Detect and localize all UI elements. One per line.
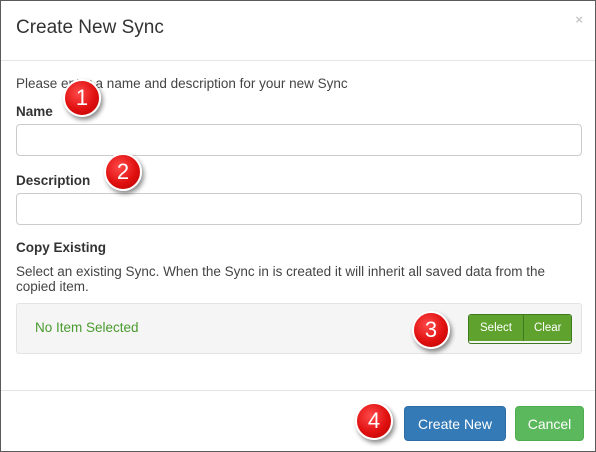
select-button[interactable]: Select bbox=[469, 315, 524, 341]
copy-selection-panel: No Item Selected Select Clear bbox=[16, 303, 582, 354]
cancel-button[interactable]: Cancel bbox=[515, 406, 584, 441]
copy-existing-help: Select an existing Sync. When the Sync i… bbox=[16, 264, 546, 294]
dialog-title: Create New Sync bbox=[16, 17, 164, 38]
copy-existing-label: Copy Existing bbox=[16, 240, 107, 255]
select-clear-group: Select Clear bbox=[468, 314, 573, 344]
annotation-marker-3: 3 bbox=[412, 311, 450, 349]
create-new-button[interactable]: Create New bbox=[404, 406, 506, 441]
create-sync-dialog: Create New Sync × Please enter a name an… bbox=[0, 0, 596, 452]
name-label: Name bbox=[16, 104, 53, 119]
name-field[interactable] bbox=[16, 124, 582, 156]
selected-item-text: No Item Selected bbox=[35, 320, 139, 335]
dialog-header: Create New Sync × bbox=[1, 1, 595, 61]
annotation-marker-2: 2 bbox=[104, 153, 142, 191]
annotation-marker-4: 4 bbox=[355, 402, 393, 440]
clear-button[interactable]: Clear bbox=[523, 315, 572, 341]
description-label: Description bbox=[16, 173, 91, 188]
dialog-footer: Create New Cancel bbox=[1, 390, 595, 452]
annotation-marker-1: 1 bbox=[63, 79, 101, 117]
close-icon[interactable]: × bbox=[575, 12, 583, 27]
description-field[interactable] bbox=[16, 193, 582, 225]
